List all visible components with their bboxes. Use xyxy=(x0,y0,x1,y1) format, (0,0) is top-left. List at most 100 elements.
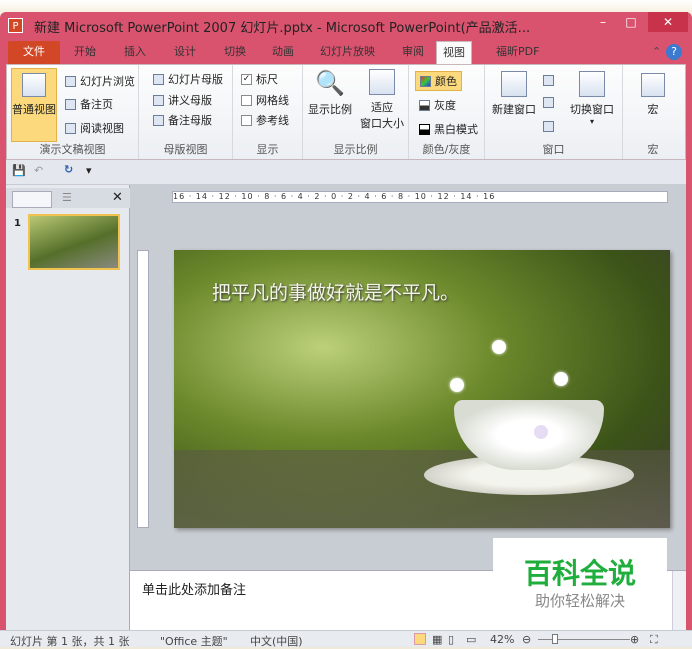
guides-checkbox[interactable]: 参考线 xyxy=(241,112,289,128)
slide-title[interactable]: 把平凡的事做好就是不平凡。 xyxy=(212,278,459,305)
save-icon[interactable]: 💾 xyxy=(12,164,26,177)
vertical-ruler[interactable] xyxy=(137,250,149,528)
guides-label: 参考线 xyxy=(256,114,289,127)
group-label: 窗口 xyxy=(542,143,565,156)
notes-master-icon xyxy=(153,114,164,126)
slide-canvas[interactable]: 把平凡的事做好就是不平凡。 xyxy=(174,250,670,528)
outline-tab[interactable]: ☰ xyxy=(62,191,72,204)
notes-scrollbar[interactable] xyxy=(672,571,686,631)
zoom-button[interactable]: 🔍 显示比例 xyxy=(305,69,355,117)
gridlines-checkbox[interactable]: 网格线 xyxy=(241,92,289,108)
slide-master-label: 幻灯片母版 xyxy=(168,73,223,86)
window-title: 新建 Microsoft PowerPoint 2007 幻灯片.pptx - … xyxy=(34,21,531,36)
zoom-slider-thumb[interactable] xyxy=(552,634,558,644)
black-white-icon xyxy=(419,123,430,135)
group-label: 演示文稿视图 xyxy=(39,143,106,156)
undo-icon[interactable]: ↶ xyxy=(34,164,43,177)
color-button[interactable]: 颜色 xyxy=(415,71,462,91)
checkbox-icon xyxy=(241,114,252,126)
ruler-checkbox[interactable]: ✓ 标尺 xyxy=(241,71,278,87)
fit-window-icon xyxy=(369,69,395,95)
tab-review[interactable]: 审阅 xyxy=(396,41,430,64)
reading-view-status-icon[interactable]: ▯ xyxy=(448,633,454,646)
tab-design[interactable]: 设计 xyxy=(168,41,202,64)
help-icon[interactable]: ? xyxy=(666,44,682,60)
zoom-out-button[interactable]: ⊖ xyxy=(522,633,531,646)
fit-slide-icon[interactable]: ⛶ xyxy=(650,633,658,647)
flower-image xyxy=(534,425,548,439)
tab-animations[interactable]: 动画 xyxy=(266,41,300,64)
minimize-button[interactable]: – xyxy=(590,12,616,32)
notes-page-label: 备注页 xyxy=(80,98,113,111)
group-window: 新建窗口 切换窗口 ▾ 窗口 xyxy=(485,65,623,159)
customize-qat-icon[interactable]: ▾ xyxy=(86,164,92,177)
horizontal-ruler[interactable]: 16 · 14 · 12 · 10 · 8 · 6 · 4 · 2 · 0 · … xyxy=(172,191,668,203)
ribbon-view: 普通视图 幻灯片浏览 备注页 阅读视图 演示文稿视图 幻灯片母版 讲义母版 备注… xyxy=(6,64,686,160)
redo-icon[interactable]: ↻ xyxy=(64,163,73,176)
group-master-views: 幻灯片母版 讲义母版 备注母版 母版视图 xyxy=(139,65,233,159)
tab-view[interactable]: 视图 xyxy=(436,41,472,64)
slide-master-button[interactable]: 幻灯片母版 xyxy=(153,71,223,87)
group-label: 显示 xyxy=(256,143,279,156)
tab-slideshow[interactable]: 幻灯片放映 xyxy=(314,41,381,64)
black-white-button[interactable]: 黑白模式 xyxy=(419,121,478,137)
fit-label-2: 窗口大小 xyxy=(360,117,404,130)
black-white-label: 黑白模式 xyxy=(434,123,478,136)
slideshow-status-icon[interactable]: ▭ xyxy=(466,633,476,646)
fit-to-window-button[interactable]: 适应 窗口大小 xyxy=(357,69,407,131)
dropdown-arrow-icon: ▾ xyxy=(589,117,594,126)
notes-placeholder[interactable]: 单击此处添加备注 xyxy=(142,579,246,598)
cascade-icon[interactable] xyxy=(543,97,554,108)
grayscale-label: 灰度 xyxy=(434,99,456,112)
slides-tab[interactable] xyxy=(12,191,52,208)
sorter-view-status-icon[interactable]: ▦ xyxy=(432,633,442,646)
group-label: 母版视图 xyxy=(163,143,208,156)
switch-windows-button[interactable]: 切换窗口 ▾ xyxy=(563,71,621,126)
slide-sorter-button[interactable]: 幻灯片浏览 xyxy=(65,73,135,89)
handout-master-icon xyxy=(153,94,164,106)
reading-view-button[interactable]: 阅读视图 xyxy=(65,120,124,136)
slide-sorter-icon xyxy=(65,75,76,87)
collapse-ribbon-icon[interactable]: ⌃ xyxy=(646,41,667,64)
title-bar: P 新建 Microsoft PowerPoint 2007 幻灯片.pptx … xyxy=(0,12,692,38)
zoom-level[interactable]: 42% xyxy=(490,633,514,646)
macros-label: 宏 xyxy=(647,103,659,116)
zoom-label: 显示比例 xyxy=(308,103,352,116)
close-pane-button[interactable]: ✕ xyxy=(112,190,123,205)
quick-access-toolbar: 💾 ↶ ↻ ▾ xyxy=(6,160,686,185)
group-presentation-views: 普通视图 幻灯片浏览 备注页 阅读视图 演示文稿视图 xyxy=(7,65,139,159)
tab-home[interactable]: 开始 xyxy=(68,41,102,64)
slides-pane-header: ☰ ✕ xyxy=(6,188,130,208)
slide-master-icon xyxy=(153,73,164,85)
powerpoint-app-icon[interactable]: P xyxy=(8,18,23,33)
notes-page-icon xyxy=(65,98,76,110)
close-button[interactable]: ✕ xyxy=(648,12,688,32)
move-split-icon[interactable] xyxy=(543,121,554,132)
handout-master-button[interactable]: 讲义母版 xyxy=(153,92,212,108)
group-label: 颜色/灰度 xyxy=(422,143,471,156)
normal-view-icon xyxy=(22,73,46,97)
zoom-in-button[interactable]: ⊕ xyxy=(630,633,639,646)
flower-image xyxy=(492,340,506,354)
switch-windows-icon xyxy=(579,71,605,97)
normal-view-status-icon[interactable] xyxy=(414,633,426,645)
new-window-button[interactable]: 新建窗口 xyxy=(487,71,541,117)
watermark-logo: 百科全说 助你轻松解决 xyxy=(493,538,667,618)
tab-insert[interactable]: 插入 xyxy=(118,41,152,64)
notes-page-button[interactable]: 备注页 xyxy=(65,96,113,112)
notes-master-button[interactable]: 备注母版 xyxy=(153,112,212,128)
magnifier-icon: 🔍 xyxy=(315,69,345,97)
maximize-button[interactable]: □ xyxy=(618,12,644,32)
tab-transitions[interactable]: 切换 xyxy=(218,41,252,64)
macros-button[interactable]: 宏 xyxy=(633,73,673,117)
tab-file[interactable]: 文件 xyxy=(8,41,60,64)
tab-foxit-pdf[interactable]: 福昕PDF xyxy=(490,41,545,64)
grayscale-button[interactable]: 灰度 xyxy=(419,97,456,113)
switch-windows-label: 切换窗口 xyxy=(570,103,614,116)
normal-view-button[interactable]: 普通视图 xyxy=(11,68,57,142)
slide-thumbnail[interactable] xyxy=(28,214,120,270)
group-label: 宏 xyxy=(647,143,659,156)
group-macros: 宏 宏 xyxy=(623,65,683,159)
group-zoom: 🔍 显示比例 适应 窗口大小 显示比例 xyxy=(303,65,409,159)
arrange-all-icon[interactable] xyxy=(543,75,554,86)
